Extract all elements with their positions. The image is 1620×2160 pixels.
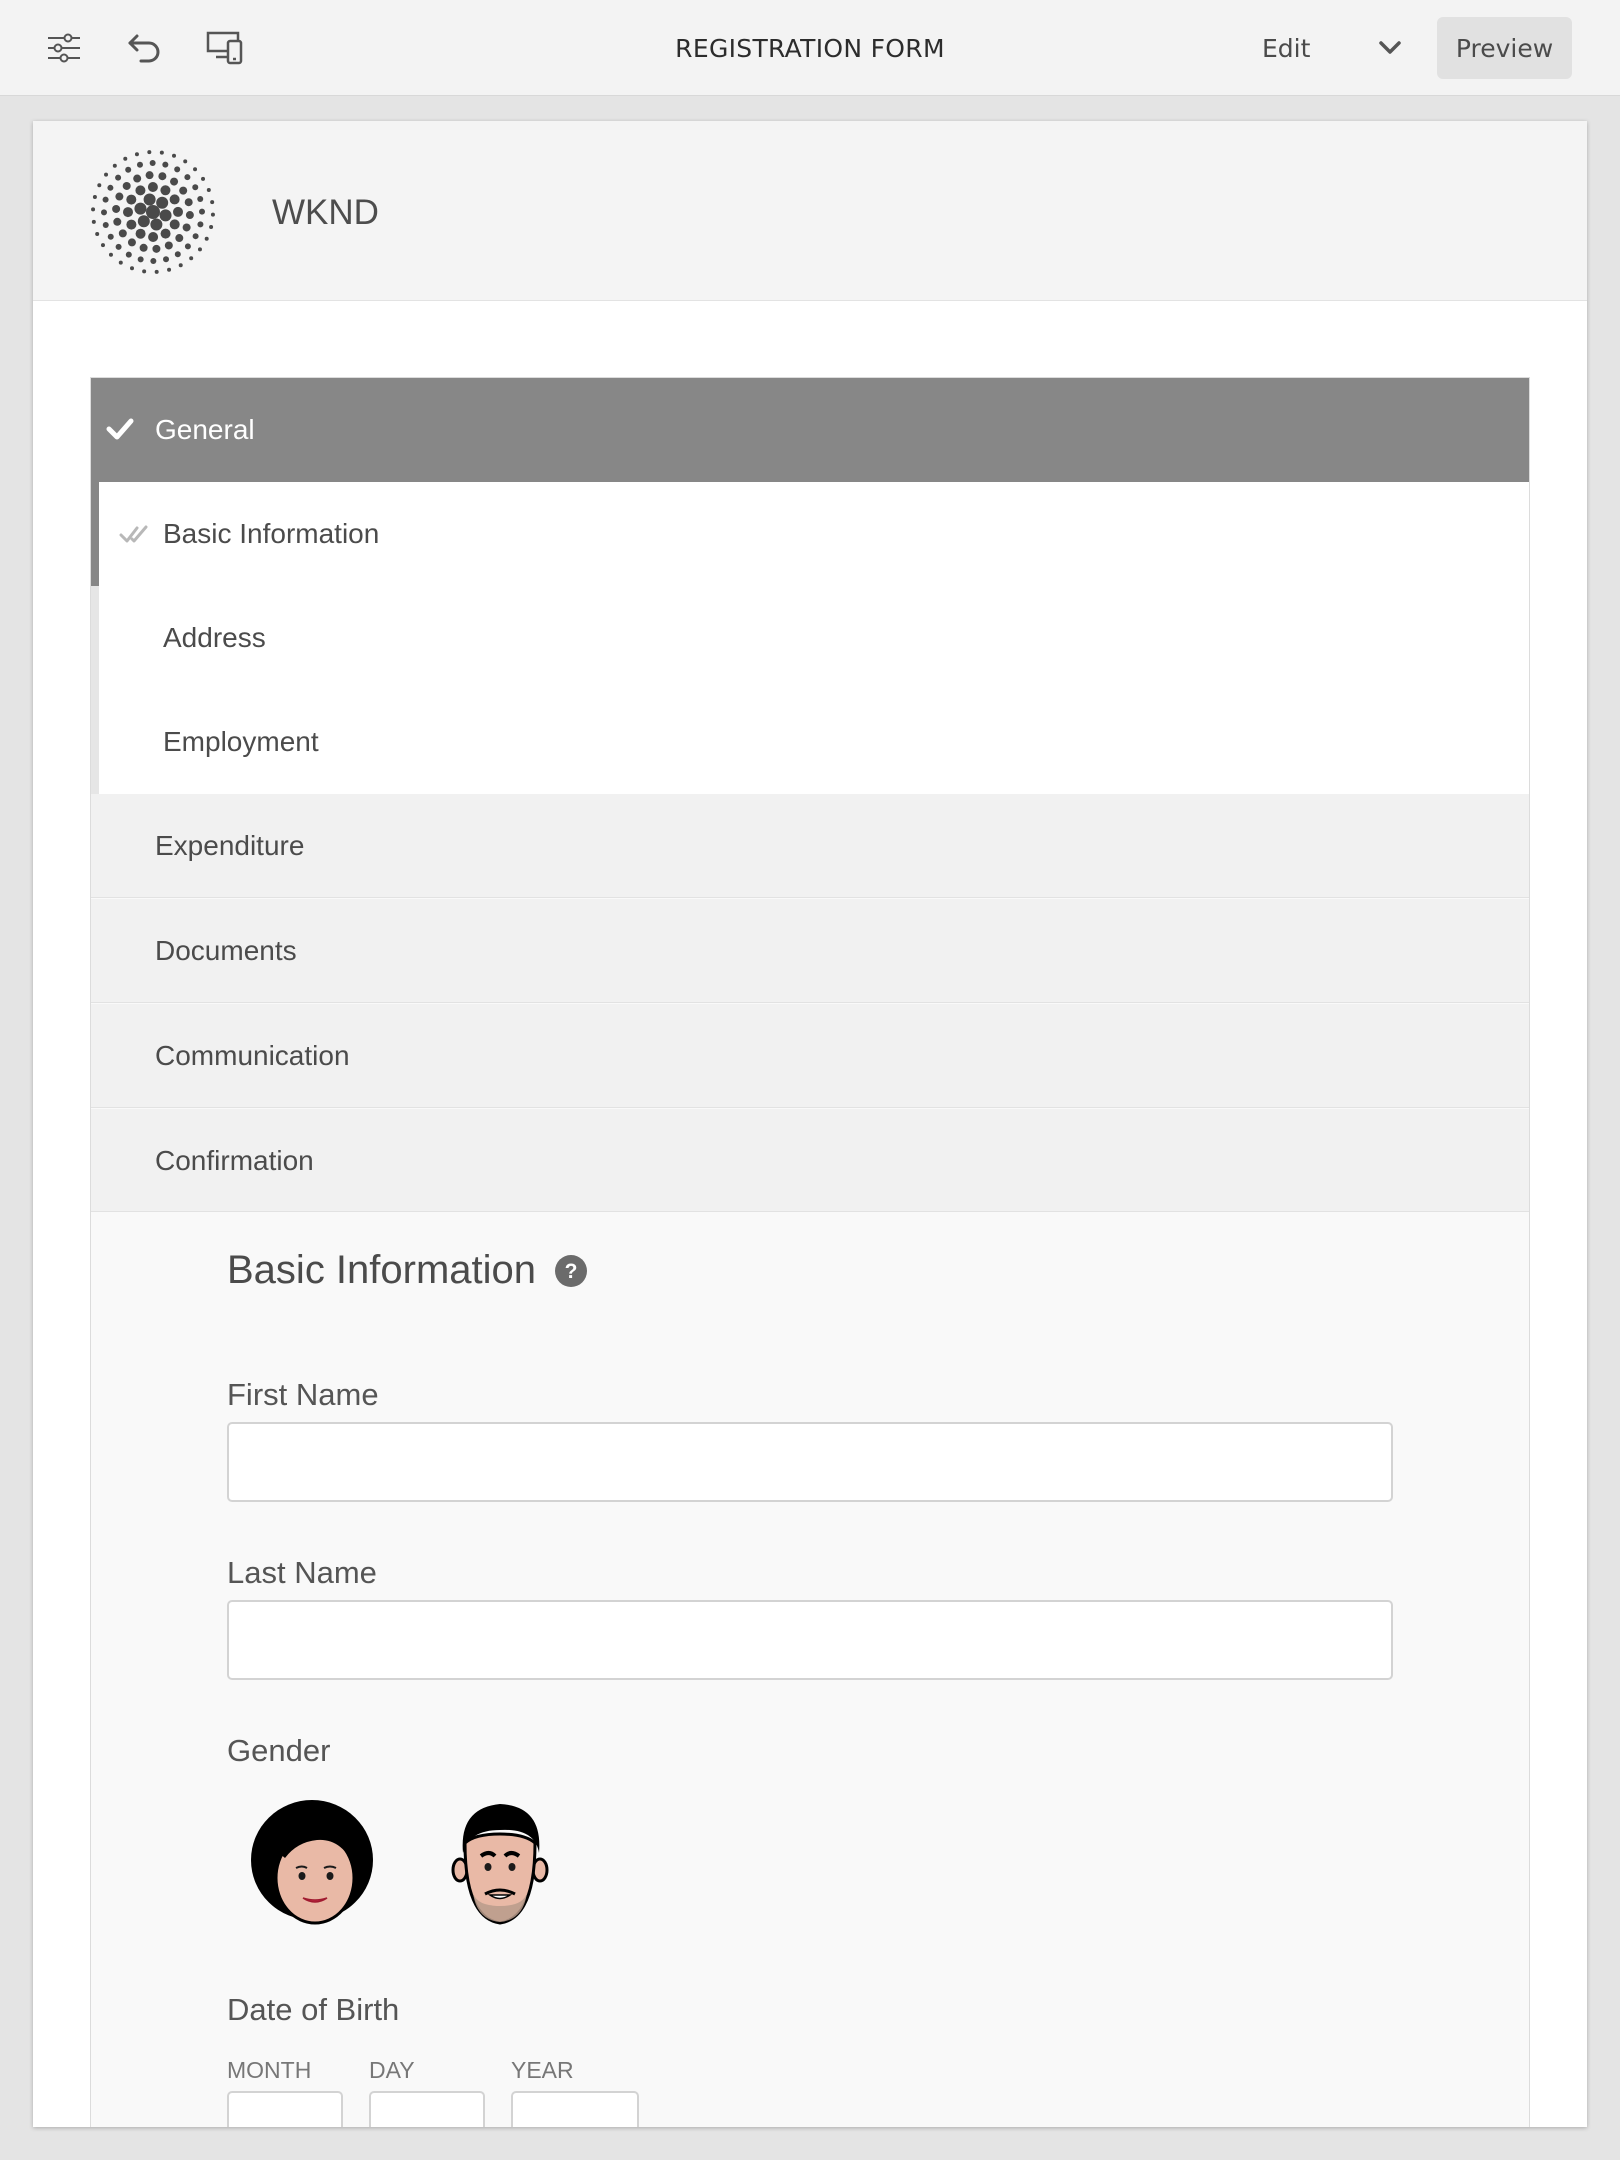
top-toolbar: REGISTRATION FORM Edit Preview — [0, 0, 1620, 96]
brand-name: WKND — [272, 193, 379, 232]
question-mark-icon[interactable]: ? — [555, 1255, 587, 1287]
nav-section-confirmation[interactable]: Confirmation — [91, 1109, 1529, 1213]
form-page: WKND General Basic Information Address E… — [33, 121, 1587, 2127]
checkmark-icon — [106, 418, 134, 440]
gender-label: Gender — [227, 1733, 331, 1768]
subsection-list: Basic Information Address Employment — [91, 482, 1529, 794]
nav-section-label: Confirmation — [155, 1144, 314, 1176]
dob-day-label: DAY — [369, 2057, 415, 2083]
undo-icon[interactable] — [121, 24, 169, 72]
female-avatar[interactable] — [247, 1798, 377, 1928]
dot-sphere-logo — [91, 150, 215, 274]
wizard: General Basic Information Address Employ… — [90, 377, 1530, 2127]
nav-section-general[interactable]: General — [91, 378, 1529, 482]
subsection-active-indicator — [91, 482, 99, 586]
svg-text:?: ? — [565, 1260, 578, 1283]
nav-section-communication[interactable]: Communication — [91, 1004, 1529, 1108]
nav-section-expenditure[interactable]: Expenditure — [91, 794, 1529, 898]
nav-section-documents[interactable]: Documents — [91, 899, 1529, 1003]
form-panel: Basic Information ? First Name Last Name… — [91, 1211, 1529, 2127]
sliders-icon[interactable] — [40, 24, 88, 72]
dob-label: Date of Birth — [227, 1992, 400, 2027]
last-name-label: Last Name — [227, 1555, 377, 1590]
mode-selector[interactable]: Edit — [1262, 0, 1310, 96]
first-name-input[interactable] — [227, 1422, 1393, 1502]
dob-year-label: YEAR — [511, 2057, 574, 2083]
male-avatar[interactable] — [445, 1798, 555, 1928]
nav-subsection-label: Basic Information — [163, 518, 380, 549]
nav-subsection-employment[interactable]: Employment — [99, 690, 1529, 794]
brand-header: WKND — [33, 121, 1587, 301]
emulator-icon[interactable] — [201, 24, 249, 72]
nav-subsection-basic-information[interactable]: Basic Information — [99, 482, 1529, 586]
nav-section-label: Communication — [155, 1039, 350, 1071]
nav-section-label: General — [155, 414, 255, 445]
dob-year-input[interactable] — [511, 2091, 639, 2127]
dob-day-input[interactable] — [369, 2091, 485, 2127]
dob-month-input[interactable] — [227, 2091, 343, 2127]
last-name-input[interactable] — [227, 1600, 1393, 1680]
nav-section-label: Expenditure — [155, 829, 305, 861]
nav-subsection-address[interactable]: Address — [99, 586, 1529, 690]
first-name-label: First Name — [227, 1377, 379, 1412]
dob-month-label: MONTH — [227, 2057, 312, 2083]
panel-title: Basic Information — [227, 1248, 537, 1292]
preview-button[interactable]: Preview — [1437, 17, 1572, 79]
nav-subsection-label: Address — [163, 622, 266, 653]
nav-subsection-label: Employment — [163, 726, 319, 757]
chevron-down-icon[interactable] — [1372, 30, 1408, 66]
nav-section-label: Documents — [155, 934, 297, 966]
double-check-icon — [119, 525, 148, 543]
